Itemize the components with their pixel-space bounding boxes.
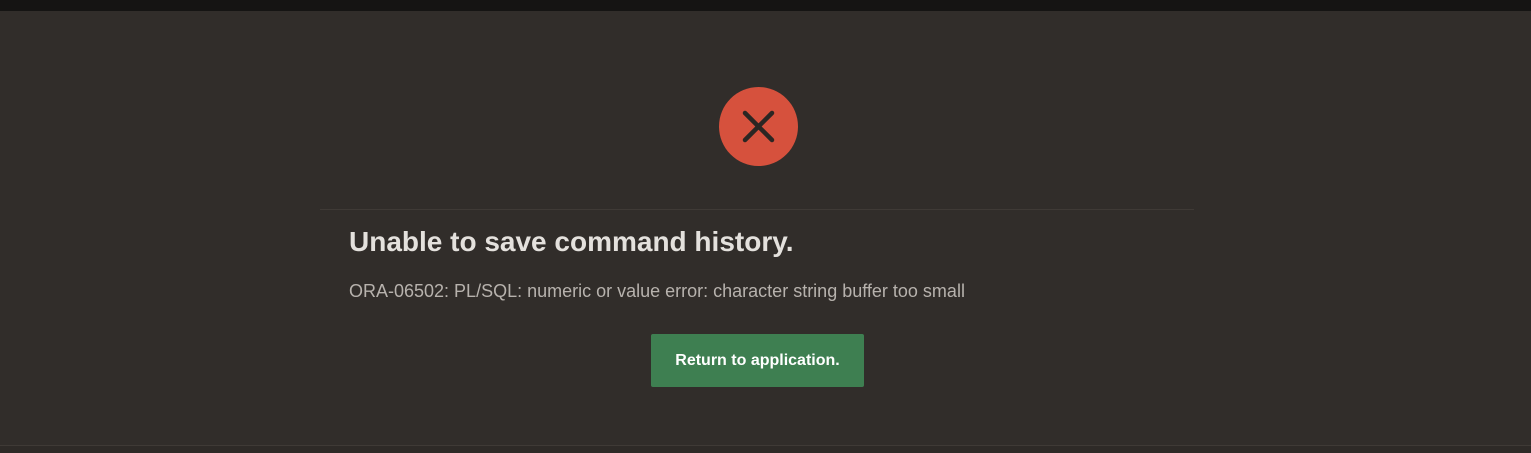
error-badge (719, 87, 798, 166)
top-bar (0, 0, 1531, 11)
error-title: Unable to save command history. (349, 226, 794, 257)
error-message: ORA-06502: PL/SQL: numeric or value erro… (349, 281, 965, 301)
footer-strip (0, 446, 1531, 453)
close-icon (742, 110, 775, 143)
divider (320, 209, 1194, 210)
return-to-application-button[interactable]: Return to application. (651, 334, 864, 387)
